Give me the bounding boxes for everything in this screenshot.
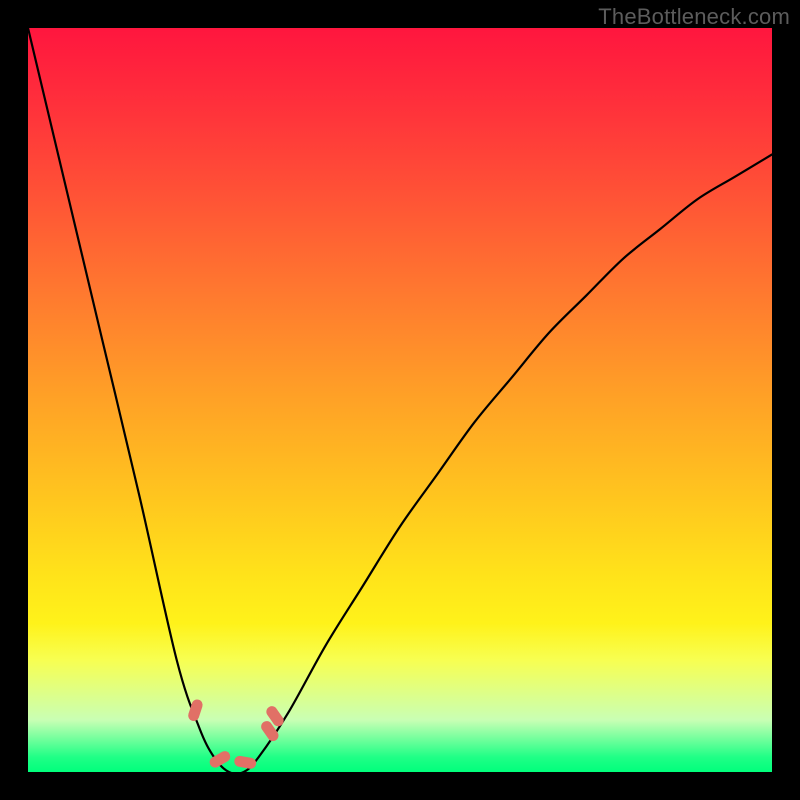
curve-svg xyxy=(28,28,772,772)
watermark-text: TheBottleneck.com xyxy=(598,4,790,30)
chart-frame: TheBottleneck.com xyxy=(0,0,800,800)
curve-marker xyxy=(233,755,257,770)
plot-area xyxy=(28,28,772,772)
bottleneck-curve xyxy=(28,28,772,772)
